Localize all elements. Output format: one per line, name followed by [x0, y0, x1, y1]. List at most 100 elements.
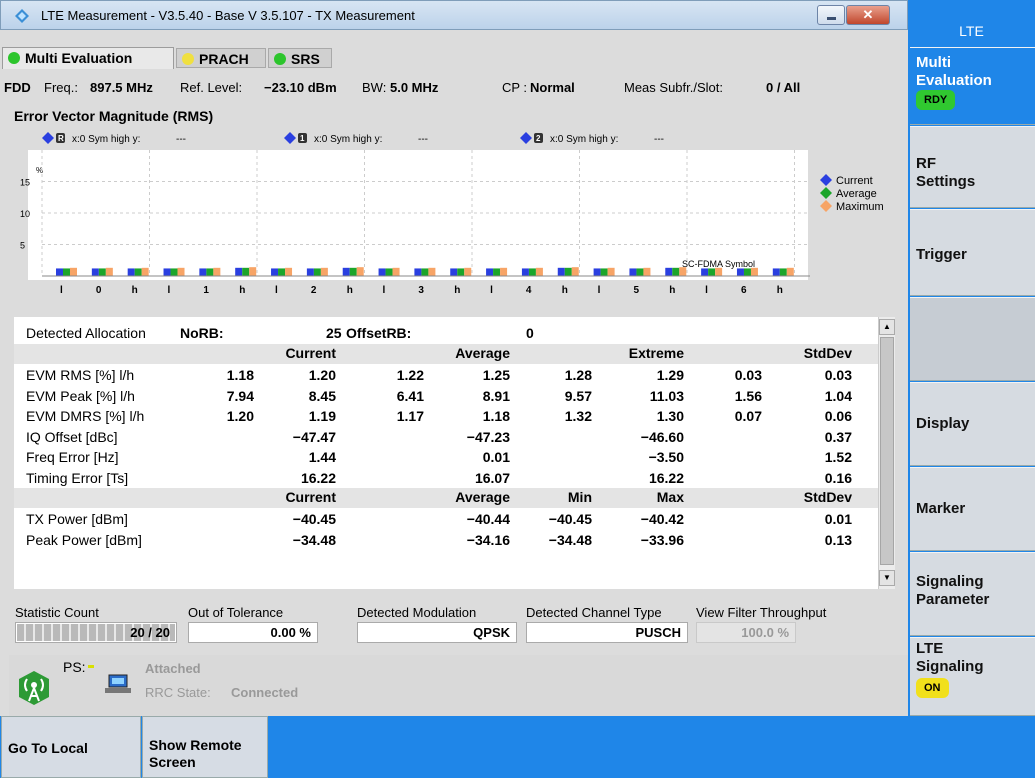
chart-bar	[701, 268, 709, 276]
cell-value: 1.44	[308, 449, 336, 465]
x-tick-label: h	[239, 285, 245, 296]
tab-multi-evaluation[interactable]: Multi Evaluation	[2, 47, 174, 69]
table-scrollbar[interactable]: ▲ ▼	[878, 317, 895, 589]
tab-prach[interactable]: PRACH	[176, 48, 266, 68]
marker-value: ---	[176, 134, 186, 145]
pc-connected-icon	[105, 674, 131, 693]
chart-bar	[528, 268, 536, 276]
window-titlebar: LTE Measurement - V3.5.40 - Base V 3.5.1…	[0, 0, 908, 30]
softkey-signaling-parameter[interactable]: Signaling Parameter	[910, 552, 1035, 636]
table-row: Peak Power [dBm] −34.48 −34.16 −34.48 −33.96…	[14, 530, 878, 550]
chart-bar	[636, 268, 644, 276]
duplex-mode: FDD	[4, 80, 31, 95]
cell-value: 8.45	[308, 387, 336, 404]
row-label: Peak Power [dBm]	[26, 531, 142, 548]
rrc-state-value: Connected	[231, 685, 299, 700]
statistic-count-value: 20 / 20	[130, 625, 170, 640]
table-row: EVM Peak [%] l/h 7.94 8.45 6.41 8.91 9.57 11.0…	[14, 386, 878, 406]
cell-value: 0.03	[824, 367, 852, 383]
softkey-empty[interactable]	[910, 297, 1035, 381]
cell-value: −34.48	[548, 531, 592, 548]
measurement-info-line: FDD Freq.: 897.5 MHz Ref. Level: −23.10 …	[0, 77, 908, 99]
softkey-rf-settings[interactable]: RF Settings	[910, 126, 1035, 208]
softkey-label: Signaling Parameter	[916, 573, 990, 608]
ref-level-label: Ref. Level:	[180, 80, 243, 95]
x-tick-label: h	[454, 285, 460, 296]
go-to-local-label: Go To Local	[8, 740, 88, 756]
chart-bar	[278, 268, 286, 276]
x-tick-label: 5	[633, 285, 639, 296]
softkey-label: Multi Evaluation	[916, 54, 992, 89]
cell-value: 0.01	[824, 511, 852, 527]
column-header: Max	[656, 489, 684, 505]
cp-value: Normal	[530, 80, 575, 95]
window-title: LTE Measurement - V3.5.40 - Base V 3.5.1…	[41, 8, 415, 23]
chart-bar	[772, 268, 780, 276]
cell-value: 1.56	[734, 387, 762, 404]
cell-value: 0.13	[824, 531, 852, 548]
norb-value: 25	[326, 325, 342, 341]
tab-label: Multi Evaluation	[25, 50, 133, 66]
chart-bar	[564, 267, 572, 276]
detected-modulation-label: Detected Modulation	[357, 605, 477, 620]
row-label: Freq Error [Hz]	[26, 449, 119, 465]
chart-bar	[242, 267, 250, 276]
go-to-local-button[interactable]: Go To Local	[1, 716, 141, 778]
minimize-button[interactable]	[817, 5, 845, 25]
chart-bar	[134, 268, 142, 276]
signaling-status-area: PS: Attached RRC State: Connected	[9, 655, 908, 716]
column-header: Min	[567, 489, 592, 505]
tab-label: SRS	[291, 51, 320, 67]
status-dot-green-icon	[8, 52, 20, 64]
y-tick-label: 10	[20, 209, 30, 219]
chart-bar	[665, 267, 673, 276]
cell-value: 1.17	[396, 408, 424, 424]
cell-value: 0.37	[824, 428, 852, 445]
marker-text: x:0 Sym high y:	[550, 134, 618, 145]
chart-bar	[450, 268, 458, 276]
table-row: Timing Error [Ts] 16.22 16.07 16.22 0.16	[14, 468, 878, 488]
column-header: Current	[285, 345, 336, 361]
row-label: EVM DMRS [%] l/h	[26, 408, 145, 424]
row-label: TX Power [dBm]	[26, 511, 128, 527]
evm-chart[interactable]: Rx:0 Sym high y: --- 1 x:0 Sym high y: --- 2 x…	[14, 128, 908, 300]
chart-bar	[643, 267, 651, 276]
out-of-tolerance-field: 0.00 %	[188, 622, 318, 643]
chart-bar	[750, 267, 758, 276]
cell-value: 16.07	[474, 469, 510, 486]
x-axis-label: SC-FDMA Symbol	[682, 259, 755, 269]
table-row: IQ Offset [dBc] −47.47 −47.23 −46.60 0.37	[14, 427, 878, 447]
row-label: EVM Peak [%] l/h	[26, 387, 135, 404]
chart-bar	[313, 268, 321, 276]
show-remote-screen-button[interactable]: Show Remote Screen	[142, 716, 268, 778]
chart-bar	[356, 267, 364, 276]
chart-bar	[385, 268, 393, 276]
softkey-marker[interactable]: Marker	[910, 467, 1035, 551]
chart-bar	[457, 268, 465, 276]
meas-subframe-label: Meas Subfr./Slot:	[624, 80, 723, 95]
tab-srs[interactable]: SRS	[268, 48, 332, 68]
scroll-up-icon[interactable]: ▲	[879, 319, 895, 335]
softkey-lte-signaling[interactable]: LTE Signaling ON	[910, 637, 1035, 716]
detected-modulation-value: QPSK	[473, 625, 510, 640]
cell-value: −47.47	[292, 428, 336, 445]
chart-bar	[235, 267, 243, 276]
chart-bar	[607, 267, 615, 276]
x-tick-label: l	[490, 285, 493, 296]
close-button[interactable]: ✕	[846, 5, 890, 25]
chart-bar	[177, 267, 185, 276]
statistic-count-label: Statistic Count	[15, 605, 99, 620]
marker-value: ---	[418, 134, 428, 145]
norb-label: NoRB:	[180, 325, 224, 341]
softkey-display[interactable]: Display	[910, 382, 1035, 466]
detected-channel-type-label: Detected Channel Type	[526, 605, 662, 620]
chart-bar	[715, 267, 723, 276]
chart-bar	[199, 268, 207, 276]
marker-number: 1	[300, 134, 305, 143]
softkey-multi-evaluation[interactable]: Multi Evaluation RDY	[910, 47, 1035, 125]
softkey-trigger[interactable]: Trigger	[910, 209, 1035, 296]
scroll-down-icon[interactable]: ▼	[879, 570, 895, 586]
cell-value: 1.18	[482, 408, 510, 424]
scroll-thumb[interactable]	[880, 337, 894, 565]
offset-value: 0	[526, 325, 534, 341]
